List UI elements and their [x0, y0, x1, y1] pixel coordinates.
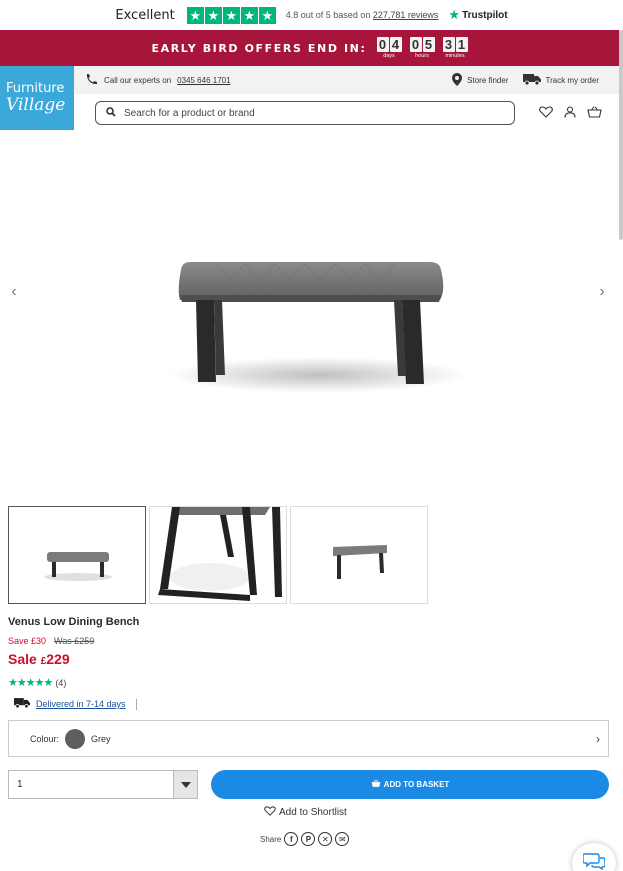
- search-bar[interactable]: [95, 101, 515, 125]
- thumbnail-3[interactable]: [290, 506, 428, 604]
- star-icon: ★: [186, 6, 204, 24]
- search-icon: [106, 106, 116, 120]
- trustpilot-star-icon: ★: [448, 7, 461, 22]
- basket-icon[interactable]: [586, 104, 602, 120]
- delivery-time-link[interactable]: Delivered in 7-14 days: [36, 699, 126, 709]
- track-order-label: Track my order: [545, 75, 600, 85]
- header-icons: [538, 104, 602, 120]
- colour-selector[interactable]: Colour: Grey ›: [8, 720, 609, 757]
- quantity-select[interactable]: 1: [8, 770, 198, 799]
- x-twitter-icon[interactable]: ✕: [318, 832, 333, 846]
- shortlist-label: Add to Shortlist: [279, 807, 347, 818]
- rating-stars-icon: ★★★★★: [8, 677, 53, 689]
- prev-image-arrow-icon[interactable]: ‹: [6, 282, 22, 302]
- countdown-digit: 1: [455, 37, 468, 52]
- page-scrollbar[interactable]: [619, 30, 623, 240]
- quantity-value: 1: [17, 779, 23, 790]
- track-order-link[interactable]: Track my order: [522, 73, 600, 87]
- utility-links: Store finder Track my order: [452, 72, 600, 88]
- savings-row: Save £30 Was £259: [8, 636, 94, 646]
- utility-bar: Call our experts on 0345 646 1701 Store …: [74, 66, 619, 94]
- countdown-hours: 05 hours: [409, 37, 435, 59]
- trustpilot-excellent: Excellent: [115, 7, 175, 23]
- countdown-digit: 0: [376, 37, 389, 52]
- bench-image: [168, 262, 468, 393]
- review-count: (4): [55, 677, 67, 688]
- call-text: Call our experts on: [104, 75, 172, 85]
- trustpilot-brand: Trustpilot: [462, 9, 508, 21]
- basket-icon: [371, 779, 381, 790]
- add-to-basket-button[interactable]: ADD TO BASKET: [211, 770, 609, 799]
- share-label: Share: [260, 834, 282, 844]
- search-input[interactable]: [124, 107, 484, 119]
- star-icon: ★: [240, 6, 258, 24]
- account-user-icon[interactable]: [562, 104, 578, 120]
- colour-label: Colour:: [30, 733, 60, 744]
- heart-icon: [264, 806, 276, 819]
- countdown-label: hours: [415, 53, 429, 59]
- call-experts: Call our experts on 0345 646 1701: [84, 73, 231, 87]
- thumbnail-strip: [8, 506, 428, 604]
- countdown-label: days: [383, 53, 395, 59]
- countdown-label: minutes: [445, 53, 465, 59]
- countdown-minutes: 31 minutes: [442, 37, 468, 59]
- location-pin-icon: [452, 72, 463, 88]
- promo-banner[interactable]: EARLY BIRD OFFERS END IN: 04 days 05 hou…: [0, 30, 619, 66]
- email-icon[interactable]: ✉: [335, 832, 350, 846]
- trustpilot-score: 4.8 out of 5 based on 227,781 reviews: [286, 10, 439, 20]
- colour-value: Grey: [91, 733, 111, 744]
- save-amount: Save £30: [8, 636, 47, 646]
- star-icon: ★: [222, 6, 240, 24]
- product-title: Venus Low Dining Bench: [8, 616, 140, 628]
- star-icon: ★: [204, 6, 222, 24]
- chat-bubble-icon: [582, 852, 606, 871]
- add-to-basket-label: ADD TO BASKET: [383, 780, 450, 789]
- sale-label: Sale: [8, 651, 37, 667]
- phone-link[interactable]: 0345 646 1701: [177, 76, 230, 85]
- thumbnail-bench-side: [333, 545, 387, 579]
- price-value: 229: [46, 651, 70, 667]
- thumbnail-1[interactable]: [8, 506, 146, 604]
- chevron-down-icon[interactable]: [173, 771, 197, 798]
- countdown-digit: 0: [409, 37, 422, 52]
- trustpilot-bar: Excellent ★ ★ ★ ★ ★ 4.8 out of 5 based o…: [0, 0, 623, 30]
- trustpilot-logo[interactable]: ★ Trustpilot: [448, 7, 507, 23]
- logo-line-1: Furniture: [6, 81, 65, 96]
- thumbnail-bench-front: [44, 552, 112, 581]
- promo-text: EARLY BIRD OFFERS END IN:: [151, 41, 367, 55]
- countdown: 04 days 05 hours 31 minutes: [376, 37, 468, 59]
- countdown-days: 04 days: [376, 37, 402, 59]
- countdown-digit: 3: [442, 37, 455, 52]
- chevron-right-icon: ›: [596, 731, 600, 746]
- delivery-truck-icon: [522, 73, 541, 87]
- sale-price: Sale £229: [8, 651, 70, 667]
- product-rating[interactable]: ★★★★★ (4): [8, 676, 66, 689]
- product-main-image[interactable]: ‹ ›: [0, 130, 619, 500]
- trustpilot-stars: ★ ★ ★ ★ ★: [186, 6, 276, 24]
- store-finder-label: Store finder: [467, 75, 509, 85]
- next-image-arrow-icon[interactable]: ›: [594, 282, 610, 302]
- colour-swatch: [65, 728, 86, 749]
- star-icon: ★: [258, 6, 276, 24]
- site-logo[interactable]: Furniture Village: [0, 66, 74, 130]
- thumbnail-leg-detail: [158, 507, 282, 601]
- add-to-shortlist-button[interactable]: Add to Shortlist: [264, 806, 347, 819]
- divider: [135, 698, 137, 710]
- trustpilot-reviews-link[interactable]: 227,781 reviews: [373, 10, 439, 20]
- chat-button[interactable]: [572, 843, 616, 871]
- was-price: Was £259: [54, 636, 95, 646]
- thumbnail-2[interactable]: [149, 506, 287, 604]
- logo-line-2: Village: [6, 95, 66, 115]
- delivery-truck-icon: [14, 698, 30, 710]
- store-finder-link[interactable]: Store finder: [452, 72, 509, 88]
- facebook-icon[interactable]: f: [284, 832, 299, 846]
- wishlist-heart-icon[interactable]: [538, 104, 554, 120]
- phone-icon: [84, 73, 98, 87]
- delivery-info: Delivered in 7-14 days: [14, 698, 137, 710]
- pinterest-icon[interactable]: P: [301, 832, 316, 846]
- trustpilot-rating-text: 4.8 out of 5 based on: [285, 10, 371, 20]
- countdown-digit: 5: [422, 37, 435, 52]
- share-row: Share f P ✕ ✉: [260, 832, 350, 846]
- countdown-digit: 4: [389, 37, 402, 52]
